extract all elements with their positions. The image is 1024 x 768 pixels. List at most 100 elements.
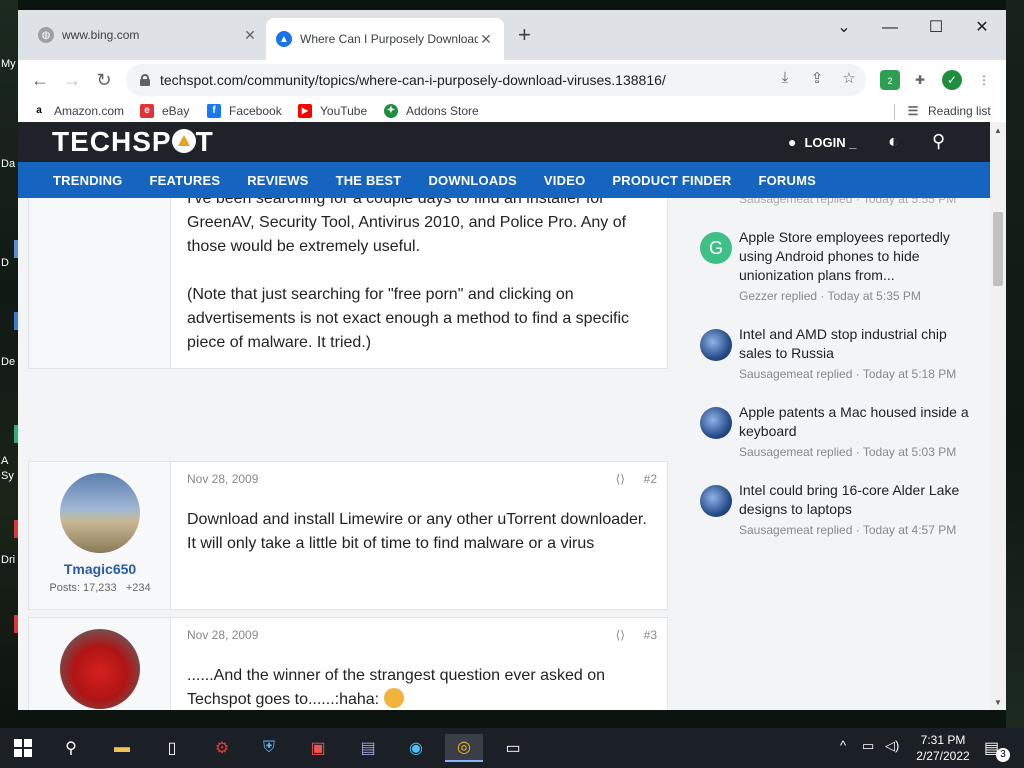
avatar: [700, 485, 732, 517]
desktop-icon-label[interactable]: Da: [1, 158, 15, 170]
username[interactable]: Tmagic650: [29, 561, 171, 577]
bookmark-amazon[interactable]: a Amazon.com: [32, 104, 124, 118]
image-app-icon[interactable]: ▤: [349, 734, 387, 762]
close-icon[interactable]: ✕: [242, 27, 258, 44]
techspot-logo[interactable]: TECHSP T: [52, 126, 214, 158]
start-button[interactable]: [4, 734, 42, 762]
volume-icon[interactable]: ◁): [885, 738, 899, 754]
desktop-icon-label[interactable]: Sy: [1, 470, 14, 482]
desktop-icon-label[interactable]: De: [1, 356, 15, 368]
youtube-icon: ▶: [298, 104, 312, 118]
maximize-button[interactable]: ☐: [913, 16, 959, 40]
bookmarks-divider: [894, 104, 895, 120]
bookmark-addons-store[interactable]: ✦ Addons Store: [384, 104, 479, 118]
shield-check-icon[interactable]: ✓: [942, 70, 962, 90]
scroll-thumb[interactable]: [993, 212, 1003, 286]
camera-app-icon[interactable]: ▣: [299, 734, 337, 762]
forward-button[interactable]: →: [60, 68, 84, 92]
menu-icon[interactable]: ⋮: [974, 70, 994, 90]
thread-meta: Gezzer replied · Today at 5:35 PM: [739, 289, 921, 303]
share-icon[interactable]: ⟨⟩: [616, 472, 625, 486]
bookmarks-bar: a Amazon.com e eBay f Facebook ▶ YouTube…: [18, 100, 1006, 124]
extension-icon[interactable]: 2: [880, 70, 900, 90]
post-date[interactable]: Nov 28, 2009: [187, 628, 258, 642]
thread-title[interactable]: Apple Store employees reportedly using A…: [739, 228, 969, 285]
thread-title[interactable]: Intel could bring 16-core Alder Lake des…: [739, 481, 969, 519]
url-text[interactable]: techspot.com/community/topics/where-can-…: [160, 72, 666, 88]
desktop-icon-label[interactable]: Dri: [1, 554, 15, 566]
nav-reviews[interactable]: REVIEWS: [247, 173, 308, 188]
post-number[interactable]: #3: [644, 628, 657, 642]
chevron-up-icon[interactable]: ^: [840, 738, 846, 753]
reading-list-label: Reading list: [928, 104, 991, 118]
logo-o-icon: [171, 129, 196, 153]
avatar[interactable]: [60, 473, 140, 553]
post-user-panel: Tmagic650 Posts: 17,233 +234: [29, 462, 171, 609]
file-explorer-icon[interactable]: ▬: [103, 734, 141, 762]
install-app-icon[interactable]: ⤓: [774, 69, 796, 86]
bookmark-label: Amazon.com: [54, 104, 125, 118]
search-icon[interactable]: ⚲: [932, 131, 945, 152]
share-icon[interactable]: ⟨⟩: [616, 628, 625, 642]
globe-icon: ◍: [38, 27, 54, 43]
scroll-down-arrow-icon[interactable]: ▼: [994, 698, 1002, 707]
desktop-icon-label[interactable]: My: [1, 58, 16, 70]
share-icon[interactable]: ⇪: [806, 69, 828, 87]
address-bar[interactable]: techspot.com/community/topics/where-can-…: [126, 64, 866, 96]
bookmark-facebook[interactable]: f Facebook: [207, 104, 282, 118]
windows-icon: [14, 739, 32, 757]
nav-features[interactable]: FEATURES: [150, 173, 221, 188]
avatar: G: [700, 232, 732, 264]
close-icon[interactable]: ✕: [478, 31, 494, 48]
thread-meta: Sausagemeat replied · Today at 5:18 PM: [739, 367, 957, 381]
tab-search-button[interactable]: ⌄: [821, 16, 867, 40]
post-line: (Note that just searching for "free porn…: [187, 286, 574, 303]
puzzle-icon[interactable]: ✚: [910, 70, 930, 90]
nav-forums[interactable]: FORUMS: [758, 173, 816, 188]
nav-the-best[interactable]: THE BEST: [336, 173, 402, 188]
minimize-button[interactable]: —: [867, 16, 913, 40]
reading-list-button[interactable]: ☰ Reading list: [906, 104, 991, 118]
bookmark-star-icon[interactable]: ☆: [838, 69, 860, 87]
nav-video[interactable]: VIDEO: [544, 173, 585, 188]
chrome-icon[interactable]: ◎: [445, 734, 483, 762]
site-nav: TRENDING FEATURES REVIEWS THE BEST DOWNL…: [18, 162, 990, 198]
search-icon[interactable]: ⚲: [52, 734, 90, 762]
reload-button[interactable]: ↻: [92, 68, 116, 92]
shield-app-icon[interactable]: ⛨: [250, 734, 288, 762]
bookmark-youtube[interactable]: ▶ YouTube: [298, 104, 367, 118]
post-date[interactable]: Nov 28, 2009: [187, 472, 258, 486]
user-stats: Posts: 17,233 +234: [29, 582, 171, 594]
post-number[interactable]: #2: [644, 472, 657, 486]
edge-icon[interactable]: ◉: [397, 734, 435, 762]
login-button[interactable]: ● LOGIN _: [788, 134, 856, 150]
post-body: ......And the winner of the strangest qu…: [187, 664, 605, 710]
thread-title[interactable]: Apple patents a Mac housed inside a keyb…: [739, 403, 969, 441]
notepad-icon[interactable]: ▯: [153, 734, 191, 762]
nav-downloads[interactable]: DOWNLOADS: [428, 173, 516, 188]
thread-title[interactable]: Intel and AMD stop industrial chip sales…: [739, 325, 969, 363]
new-tab-button[interactable]: +: [518, 24, 531, 46]
scroll-up-arrow-icon[interactable]: ▲: [994, 126, 1002, 135]
thread-meta: Sausagemeat replied · Today at 4:57 PM: [739, 523, 957, 537]
avatar[interactable]: [60, 629, 140, 709]
security-app-icon[interactable]: ⚙: [203, 734, 241, 762]
page-scrollbar[interactable]: ▲ ▼: [990, 122, 1006, 710]
nav-trending[interactable]: TRENDING: [53, 173, 123, 188]
desktop-icon-label[interactable]: D: [1, 257, 9, 269]
theme-toggle-icon[interactable]: ◐: [888, 131, 899, 152]
nav-product-finder[interactable]: PRODUCT FINDER: [612, 173, 731, 188]
bookmark-label: Facebook: [229, 104, 282, 118]
post-body: Download and install Limewire or any oth…: [187, 508, 647, 556]
tab-techspot[interactable]: ▲ Where Can I Purposely Download ✕: [266, 18, 504, 60]
close-window-button[interactable]: ✕: [959, 16, 1005, 40]
network-icon[interactable]: ▭: [862, 738, 874, 754]
post-line: Techspot goes to......:haha:: [187, 688, 605, 710]
user-icon: ●: [788, 134, 797, 150]
tab-bing[interactable]: ◍ www.bing.com ✕: [28, 18, 268, 52]
terminal-icon[interactable]: ▭: [494, 734, 532, 762]
bookmark-ebay[interactable]: e eBay: [140, 104, 189, 118]
back-button[interactable]: ←: [28, 68, 52, 92]
clock[interactable]: 7:31 PM 2/27/2022: [908, 732, 978, 764]
desktop-icon-label[interactable]: A: [1, 455, 8, 467]
